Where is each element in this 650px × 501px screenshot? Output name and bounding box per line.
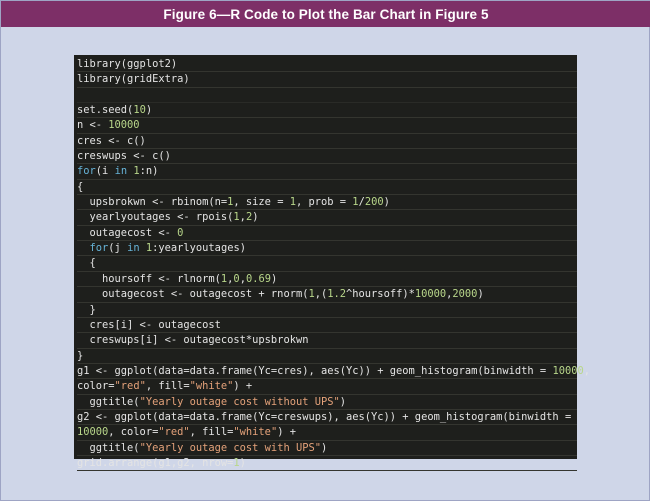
code-line: cres[i] <- outagecost (77, 318, 577, 334)
code-line: 10000, color="red", fill="white") + (77, 425, 577, 441)
code-line: set.seed(10) (77, 103, 577, 119)
code-line: } (77, 349, 577, 364)
code-line: library(gridExtra) (77, 72, 577, 88)
code-line: for(j in 1:yearlyoutages) (77, 241, 577, 257)
code-line: grid.arrange(g1,g2, nrow=1) (77, 456, 577, 472)
code-line: cres <- c() (77, 134, 577, 150)
code-line: library(ggplot2) (77, 57, 577, 73)
code-line: hoursoff <- rlnorm(1,0,0.69) (77, 272, 577, 288)
code-line: outagecost <- outagecost + rnorm(1,(1.2^… (77, 287, 577, 303)
code-line: { (77, 180, 577, 196)
figure-frame: Figure 6—R Code to Plot the Bar Chart in… (0, 0, 650, 501)
code-line: { (77, 256, 577, 272)
code-block: library(ggplot2) library(gridExtra) set.se… (74, 55, 590, 472)
code-line: ggtitle("Yearly outage cost with UPS") (77, 441, 577, 456)
code-line: creswups <- c() (77, 149, 577, 165)
code-line: g1 <- ggplot(data=data.frame(Yc=cres), a… (77, 364, 590, 380)
code-line: ggtitle("Yearly outage cost without UPS"… (77, 395, 577, 410)
figure-title: Figure 6—R Code to Plot the Bar Chart in… (1, 1, 650, 27)
code-line: g2 <- ggplot(data=data.frame(Yc=creswups… (77, 410, 577, 426)
code-line: creswups[i] <- outagecost*upsbrokwn (77, 333, 577, 349)
code-line: n <- 10000 (77, 118, 577, 134)
code-line: upsbrokwn <- rbinom(n=1, size = 1, prob … (77, 195, 577, 211)
code-line: yearlyoutages <- rpois(1,2) (77, 210, 577, 226)
code-line: color="red", fill="white") + (77, 379, 577, 395)
code-line (77, 88, 577, 104)
code-line: outagecost <- 0 (77, 226, 577, 242)
code-line: } (77, 303, 577, 318)
code-line: for(i in 1:n) (77, 164, 577, 180)
